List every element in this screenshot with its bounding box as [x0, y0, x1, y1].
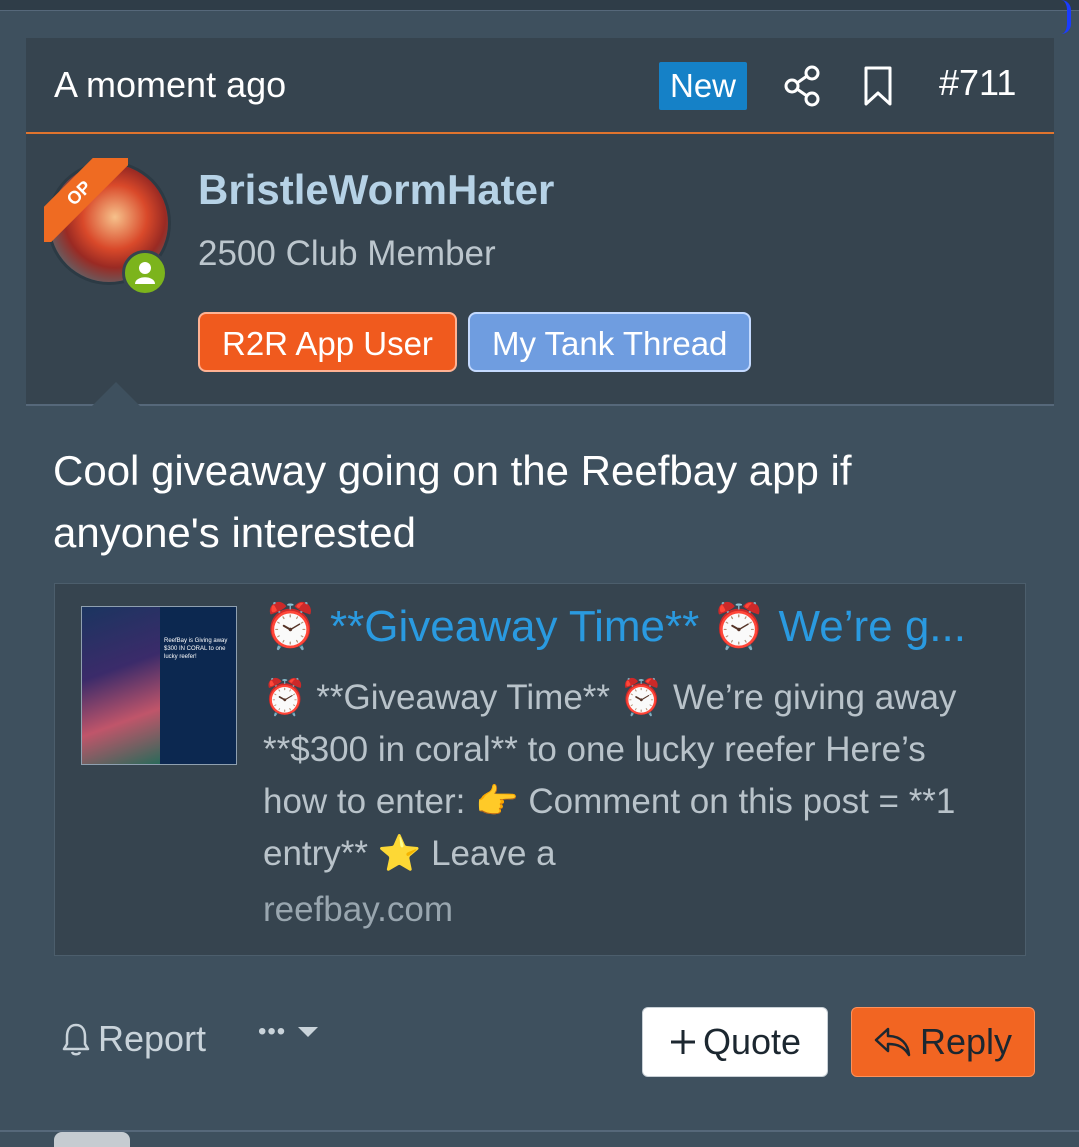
link-preview-thumbnail[interactable]: ReefBay is Giving away $300 IN CORAL to …	[81, 606, 237, 765]
top-border	[0, 0, 1079, 11]
link-preview[interactable]: ReefBay is Giving away $300 IN CORAL to …	[54, 583, 1026, 956]
more-dots: •••	[258, 1018, 287, 1045]
thumbnail-coral-image	[82, 607, 160, 764]
thumbnail-text: ReefBay is Giving away $300 IN CORAL to …	[164, 638, 228, 660]
bookmark-icon[interactable]	[860, 64, 896, 108]
online-status-icon	[122, 250, 168, 296]
link-preview-domain: reefbay.com	[263, 890, 453, 929]
user-banner-tank-thread[interactable]: My Tank Thread	[468, 312, 752, 372]
user-block-pointer	[92, 382, 140, 406]
message-body: Cool giveaway going on the Reefbay app i…	[53, 447, 852, 556]
quote-label: Quote	[702, 1021, 802, 1062]
link-preview-description: ⏰ **Giveaway Time** ⏰ We’re giving away …	[263, 678, 957, 873]
quote-button[interactable]: Quote	[642, 1007, 828, 1077]
reply-arrow-icon	[874, 1027, 911, 1057]
scroll-indicator	[1061, 0, 1071, 34]
post-time[interactable]: A moment ago	[54, 64, 286, 106]
chevron-down-icon	[298, 1027, 319, 1037]
username[interactable]: BristleWormHater	[198, 166, 554, 214]
post-number[interactable]: #711	[939, 62, 1016, 104]
op-ribbon: OP	[44, 158, 128, 242]
user-banner-app: R2R App User	[198, 312, 457, 372]
next-post-avatar-edge	[54, 1132, 130, 1147]
plus-icon	[670, 1030, 695, 1054]
reply-label: Reply	[919, 1021, 1013, 1062]
post: A moment ago New #711 OP BristleWormHate…	[26, 38, 1054, 406]
post-header: A moment ago New #711	[26, 38, 1054, 134]
more-options-button[interactable]: •••	[258, 1018, 320, 1046]
new-badge: New	[659, 62, 748, 110]
report-label: Report	[98, 1018, 207, 1059]
share-icon[interactable]	[782, 64, 822, 108]
report-button[interactable]: Report	[60, 1018, 206, 1060]
op-label: OP	[44, 158, 128, 242]
user-title: 2500 Club Member	[198, 234, 496, 273]
link-preview-title[interactable]: ⏰ **Giveaway Time** ⏰ We’re g...	[263, 600, 1003, 652]
user-block: OP BristleWormHater 2500 Club Member R2R…	[26, 134, 1054, 406]
bell-icon	[62, 1023, 90, 1056]
reply-button[interactable]: Reply	[851, 1007, 1035, 1077]
thumbnail-panel	[160, 607, 236, 764]
post-separator	[0, 1130, 1079, 1132]
